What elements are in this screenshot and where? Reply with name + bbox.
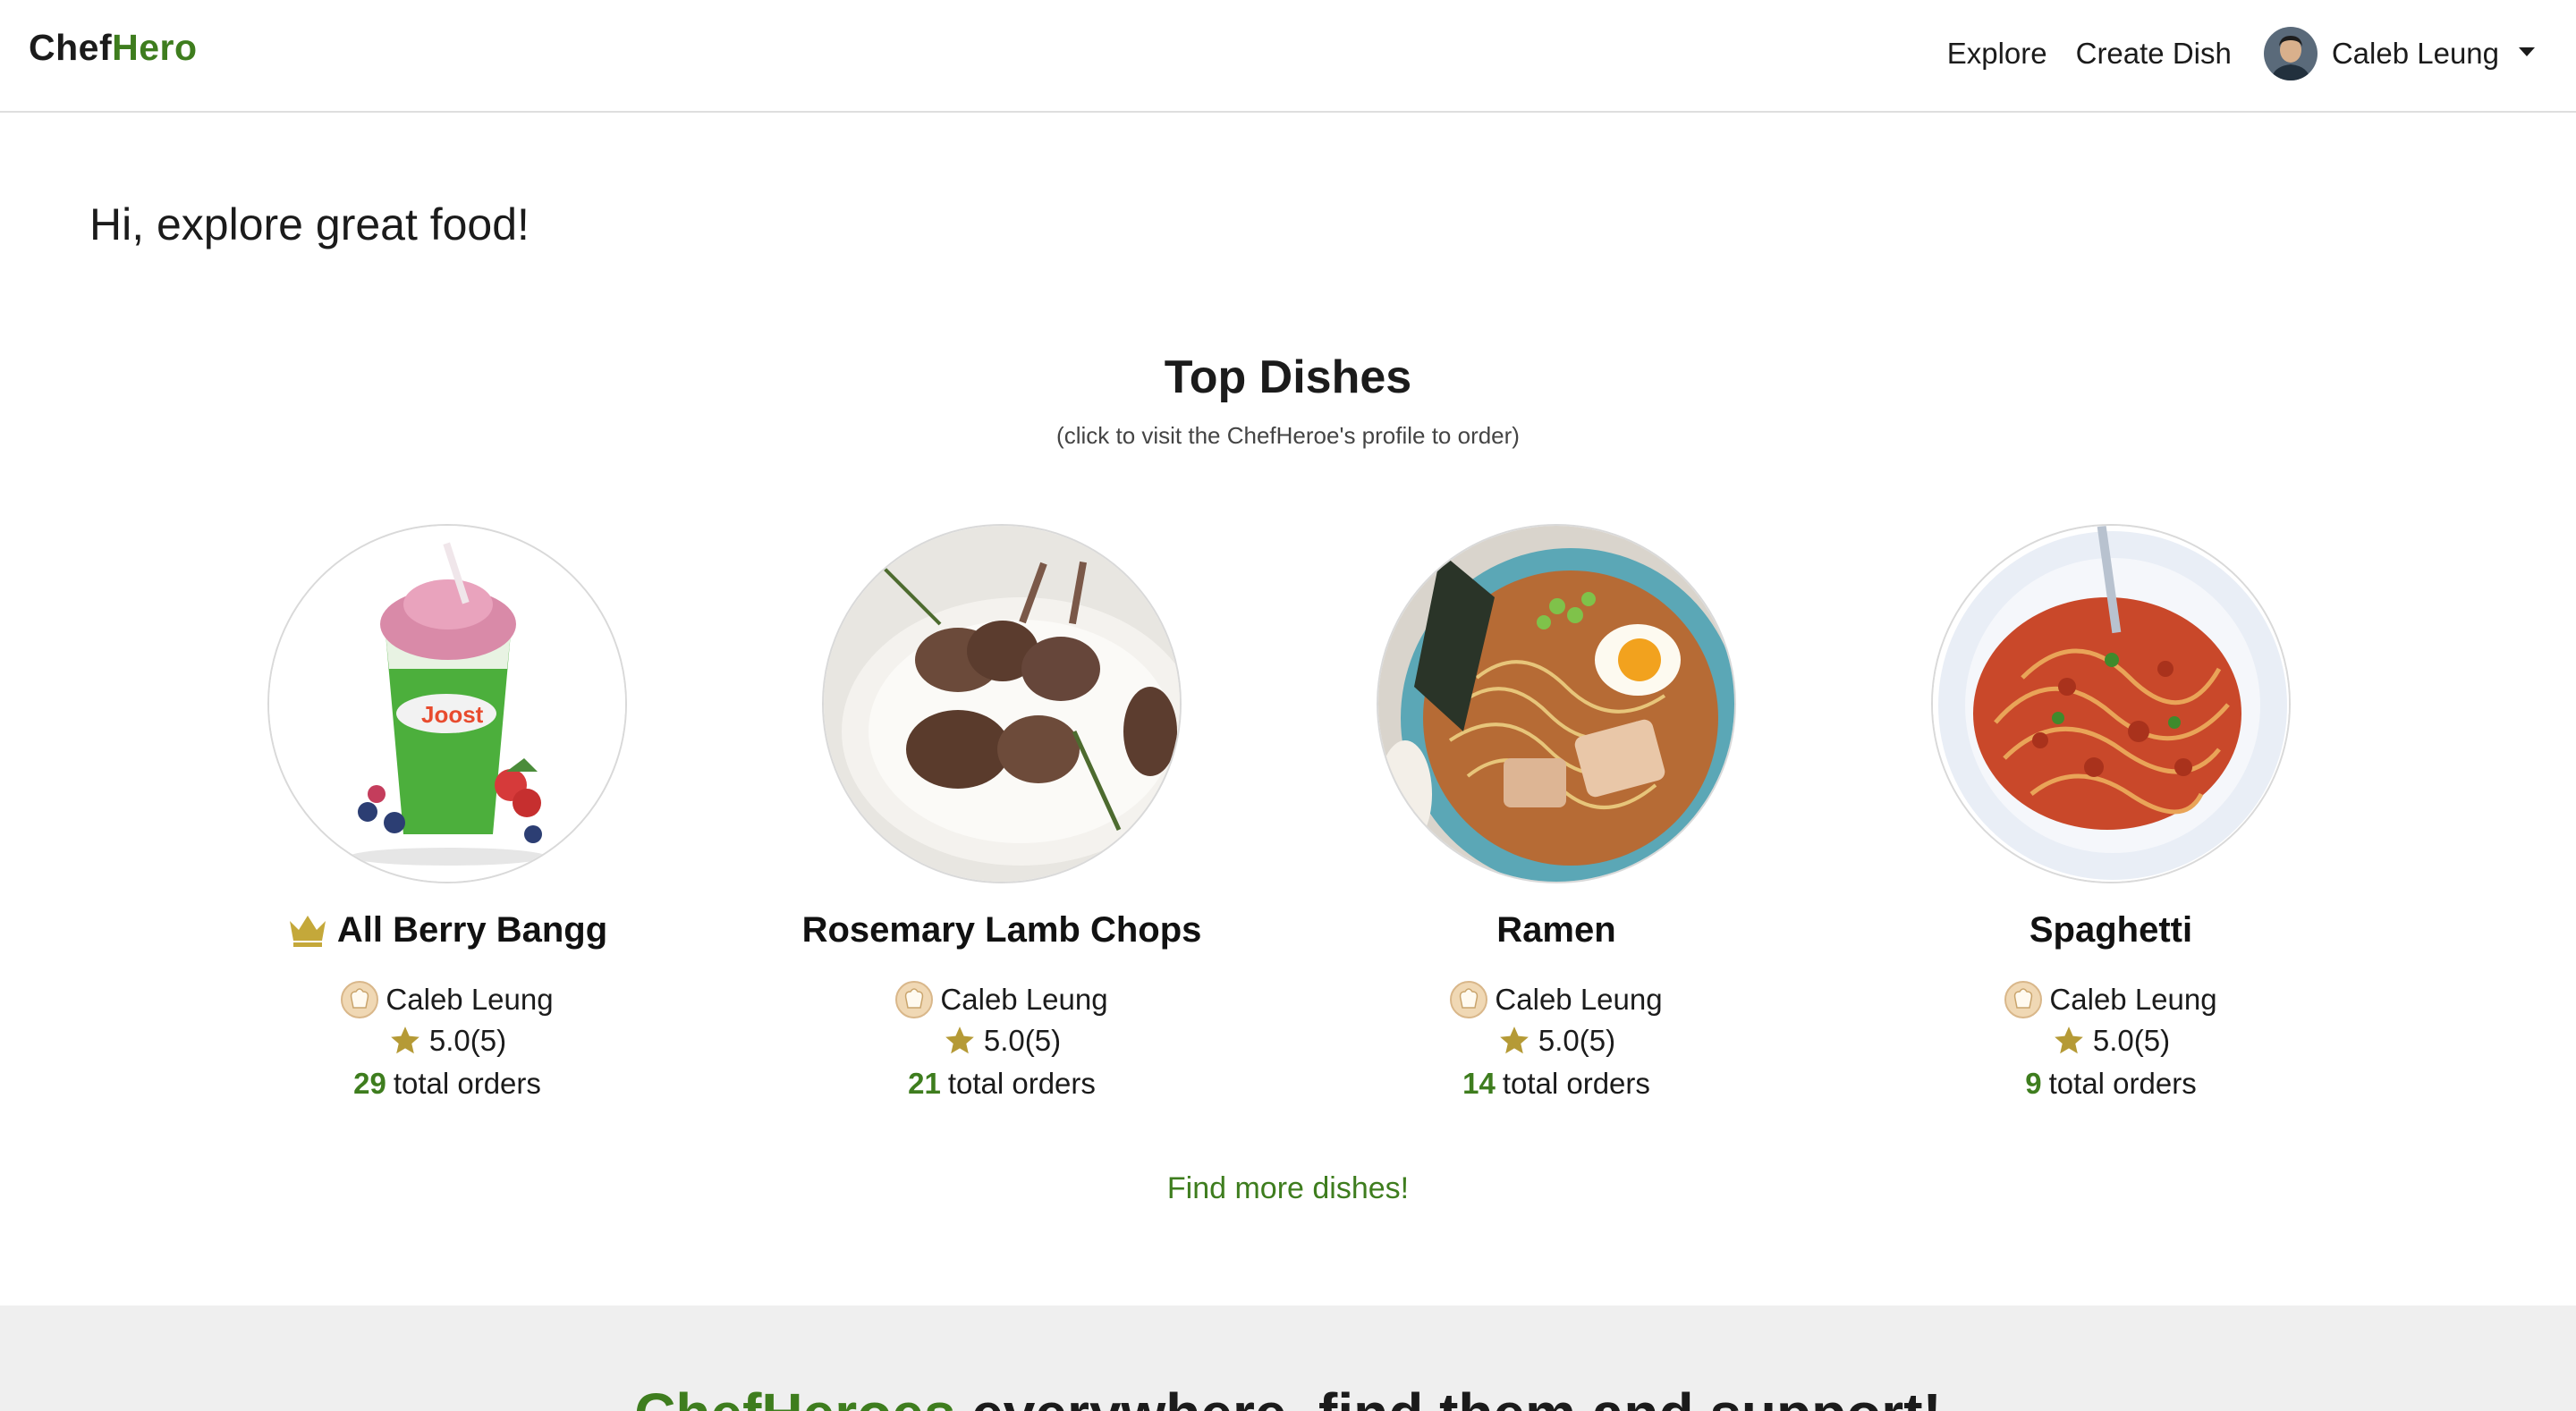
orders-label: total orders (393, 1067, 541, 1100)
rating: 5.0(5) (1834, 1019, 2388, 1062)
dish-image-smoothie[interactable]: Joost (267, 524, 627, 883)
dish-name: Ramen (1279, 905, 1834, 955)
dish-card-ramen[interactable]: Ramen Caleb Leung 5.0(5) 14 total orders (1279, 524, 1834, 1105)
star-icon (1497, 1024, 1531, 1058)
dish-name: All Berry Bangg (170, 905, 724, 955)
nav-links: Explore Create Dish Caleb Leung (1947, 25, 2535, 82)
star-icon (388, 1024, 422, 1058)
promo-heading-accent: ChefHeroes (634, 1381, 955, 1411)
rating: 5.0(5) (1279, 1019, 1834, 1062)
nav-explore-link[interactable]: Explore (1947, 37, 2047, 71)
chef-name: Caleb Leung (2049, 983, 2217, 1016)
top-dishes-title: Top Dishes (1164, 351, 1412, 403)
find-more-dishes-link[interactable]: Find more dishes! (1167, 1171, 1409, 1205)
dish-image-spaghetti[interactable] (1931, 524, 2291, 883)
chef-name: Caleb Leung (940, 983, 1108, 1016)
chef-link[interactable]: Caleb Leung (1834, 980, 2388, 1019)
promo-band: ChefHeroes everywhere, find them and sup… (0, 1305, 2576, 1411)
user-name: Caleb Leung (2331, 37, 2499, 70)
chef-link[interactable]: Caleb Leung (1279, 980, 1834, 1019)
dish-name: Rosemary Lamb Chops (724, 905, 1279, 955)
svg-text:Joost: Joost (421, 701, 484, 728)
dish-card-rosemary-lamb-chops[interactable]: Rosemary Lamb Chops Caleb Leung 5.0(5) 2… (724, 524, 1279, 1105)
brand-logo-part1: Chef (29, 27, 113, 68)
total-orders: 9 total orders (1834, 1062, 2388, 1105)
dish-name-text: Ramen (1496, 909, 1616, 950)
brand-logo[interactable]: ChefHero (29, 27, 198, 69)
rating: 5.0(5) (170, 1019, 724, 1062)
chef-hat-icon (1450, 981, 1488, 1018)
rating-value: 5.0(5) (983, 1024, 1062, 1057)
avatar (2263, 27, 2318, 80)
rating-value: 5.0(5) (2092, 1024, 2171, 1057)
rating-value: 5.0(5) (428, 1024, 507, 1057)
caret-down-icon (2519, 47, 2535, 56)
chef-hat-icon (895, 981, 934, 1018)
dish-card-all-berry-bangg[interactable]: Joost All Berry Bangg Caleb Leung 5.0(5)… (170, 524, 724, 1105)
dish-image-lamb-chops[interactable] (822, 524, 1182, 883)
star-icon (2052, 1024, 2086, 1058)
dish-name-text: Rosemary Lamb Chops (801, 909, 1202, 950)
chef-name: Caleb Leung (386, 983, 554, 1016)
user-menu-dropdown[interactable]: Caleb Leung (2263, 27, 2535, 80)
orders-count: 21 (908, 1067, 941, 1100)
rating: 5.0(5) (724, 1019, 1279, 1062)
chef-hat-icon (341, 981, 379, 1018)
total-orders: 21 total orders (724, 1062, 1279, 1105)
star-icon (943, 1024, 977, 1058)
orders-count: 29 (353, 1067, 386, 1100)
total-orders: 29 total orders (170, 1062, 724, 1105)
orders-label: total orders (2048, 1067, 2197, 1100)
chef-link[interactable]: Caleb Leung (724, 980, 1279, 1019)
chef-name: Caleb Leung (1495, 983, 1663, 1016)
dish-name-text: All Berry Bangg (336, 909, 608, 950)
total-orders: 14 total orders (1279, 1062, 1834, 1105)
top-dishes-subtitle: (click to visit the ChefHeroe's profile … (1056, 422, 1520, 449)
crown-icon (287, 912, 328, 948)
promo-heading-text: everywhere, find them and support! (955, 1381, 1942, 1411)
dish-card-spaghetti[interactable]: Spaghetti Caleb Leung 5.0(5) 9 total ord… (1834, 524, 2388, 1105)
greeting-heading: Hi, explore great food! (89, 199, 530, 249)
brand-logo-part2: Hero (112, 27, 198, 68)
dish-name: Spaghetti (1834, 905, 2388, 955)
dish-name-text: Spaghetti (2029, 909, 2193, 950)
rating-value: 5.0(5) (1538, 1024, 1616, 1057)
orders-label: total orders (947, 1067, 1096, 1100)
nav-create-dish-link[interactable]: Create Dish (2076, 37, 2232, 71)
top-navbar: ChefHero Explore Create Dish Caleb Leung (0, 0, 2576, 113)
orders-count: 14 (1462, 1067, 1496, 1100)
promo-heading: ChefHeroes everywhere, find them and sup… (0, 1381, 2576, 1411)
orders-count: 9 (2025, 1067, 2042, 1100)
chef-hat-icon (2004, 981, 2043, 1018)
find-more-container: Find more dishes! (0, 1171, 2576, 1206)
dish-image-ramen[interactable] (1377, 524, 1736, 883)
orders-label: total orders (1502, 1067, 1650, 1100)
chef-link[interactable]: Caleb Leung (170, 980, 724, 1019)
